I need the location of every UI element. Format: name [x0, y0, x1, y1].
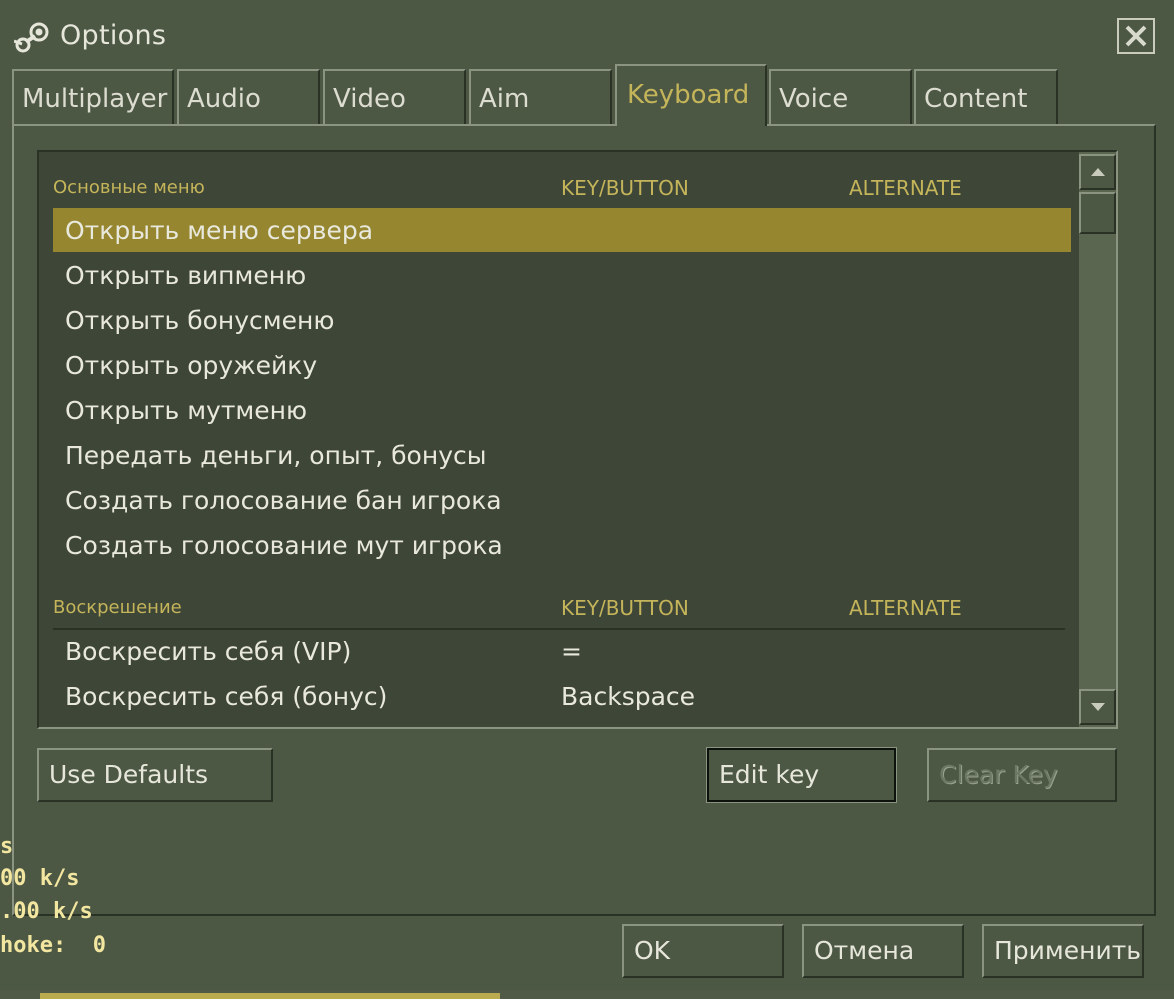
binding-row[interactable]: Создать голосование бан игрока — [53, 478, 1071, 522]
hud-netgraph-line-1: s — [0, 834, 14, 859]
section-title: Воскрешение — [53, 597, 182, 618]
scroll-thumb[interactable] — [1079, 192, 1116, 234]
binding-action: Открыть мутменю — [65, 396, 308, 425]
steam-logo-icon — [13, 22, 50, 54]
key-column-header[interactable]: KEY/BUTTON — [561, 176, 689, 200]
binding-action: Открыть випменю — [65, 261, 307, 290]
binding-action: Создать голосование мут игрока — [65, 531, 503, 560]
cancel-button[interactable]: Отмена — [802, 924, 964, 978]
binding-action: Воскресить себя (бонус) — [65, 682, 388, 711]
scroll-down-button[interactable] — [1079, 689, 1116, 725]
tab-multiplayer[interactable]: Multiplayer — [12, 69, 174, 125]
binding-action: Воскресить себя (VIP) — [65, 637, 352, 666]
game-background-strip — [0, 990, 1174, 999]
edit-key-button[interactable]: Edit key — [706, 747, 897, 803]
binding-action: Создать голосование бан игрока — [65, 486, 502, 515]
binding-action: Передать деньги, опыт, бонусы — [65, 441, 487, 470]
tab-video[interactable]: Video — [323, 69, 466, 125]
hud-netgraph-line-2: 00 k/s — [0, 866, 80, 891]
tab-keyboard[interactable]: Keyboard — [615, 64, 767, 126]
binding-key: = — [561, 637, 582, 666]
binding-row[interactable]: Открыть меню сервера — [53, 208, 1071, 252]
binding-row[interactable]: Открыть мутменю — [53, 388, 1071, 432]
apply-button[interactable]: Применить — [982, 924, 1144, 978]
vertical-scrollbar[interactable] — [1079, 152, 1116, 727]
section-header-main-menus: Основные меню KEY/BUTTON ALTERNATE — [39, 172, 1079, 210]
key-column-header[interactable]: KEY/BUTTON — [561, 596, 689, 620]
ok-button[interactable]: OK — [622, 924, 784, 978]
clear-key-button[interactable]: Clear Key — [927, 748, 1117, 802]
binding-row[interactable]: Открыть бонусменю — [53, 298, 1071, 342]
binding-row[interactable]: Воскресить себя (бонус) Backspace — [53, 674, 1071, 718]
tab-audio[interactable]: Audio — [177, 69, 320, 125]
alternate-column-header[interactable]: ALTERNATE — [849, 596, 962, 620]
binding-row[interactable]: Открыть випменю — [53, 253, 1071, 297]
binding-row[interactable]: Создать голосование мут игрока — [53, 523, 1071, 567]
title-bar[interactable]: Options — [0, 0, 1174, 70]
options-dialog: Options Multiplayer Audio Video Aim Keyb… — [0, 0, 1174, 999]
section-title: Основные меню — [53, 177, 205, 198]
tab-voice[interactable]: Voice — [769, 69, 912, 125]
binding-action: Открыть бонусменю — [65, 306, 335, 335]
binding-row[interactable]: Воскресить себя (VIP) = — [53, 629, 1071, 673]
key-bindings-list[interactable]: Основные меню KEY/BUTTON ALTERNATE Откры… — [37, 150, 1118, 729]
hud-netgraph-line-4: hoke: 0 — [0, 933, 106, 958]
tab-content[interactable]: Content — [914, 69, 1058, 125]
scroll-up-button[interactable] — [1079, 154, 1116, 190]
section-header-respawn: Воскрешение KEY/BUTTON ALTERNATE — [39, 592, 1079, 630]
binding-row[interactable]: Передать деньги, опыт, бонусы — [53, 433, 1071, 477]
game-hud-fragment — [40, 993, 500, 999]
close-button[interactable] — [1117, 18, 1155, 54]
binding-action: Открыть меню сервера — [65, 216, 374, 245]
binding-key: Backspace — [561, 682, 696, 711]
use-defaults-button[interactable]: Use Defaults — [37, 748, 273, 802]
alternate-column-header[interactable]: ALTERNATE — [849, 176, 962, 200]
hud-netgraph-line-3: .00 k/s — [0, 899, 93, 924]
tab-aim[interactable]: Aim — [469, 69, 612, 125]
binding-action: Открыть оружейку — [65, 351, 318, 380]
binding-row[interactable]: Открыть оружейку — [53, 343, 1071, 387]
window-title: Options — [60, 20, 167, 51]
